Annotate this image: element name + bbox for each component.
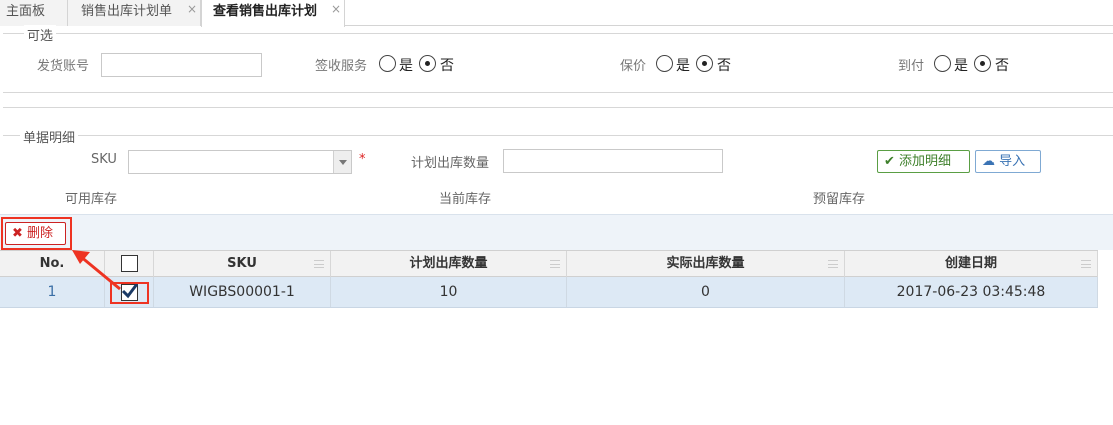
tab-label: 销售出库计划单 xyxy=(81,4,173,19)
sku-select[interactable] xyxy=(128,150,352,174)
shipping-account-label: 发货账号 xyxy=(37,59,90,74)
detail-fieldset-border xyxy=(3,135,1113,136)
check-icon: ✔ xyxy=(884,154,895,169)
cod-label: 到付 xyxy=(898,59,925,74)
column-header-sku[interactable]: SKU xyxy=(154,251,331,277)
cod-no-label: 否 xyxy=(995,58,1009,74)
sku-cell: WIGBS00001-1 xyxy=(154,277,331,307)
add-detail-label: 添加明细 xyxy=(899,154,952,169)
add-detail-button[interactable]: ✔ 添加明细 xyxy=(877,150,970,173)
reserved-stock-label: 预留库存 xyxy=(813,192,866,207)
available-stock-label: 可用库存 xyxy=(65,192,118,207)
select-all-checkbox[interactable] xyxy=(121,255,138,272)
column-header-planned-qty[interactable]: 计划出库数量 xyxy=(331,251,567,277)
optional-legend: 可选 xyxy=(24,25,57,44)
signing-service-yes-label: 是 xyxy=(399,58,413,74)
chevron-down-icon[interactable] xyxy=(333,151,351,173)
checkbox-highlight-box xyxy=(110,282,149,304)
column-header-created-date[interactable]: 创建日期 xyxy=(845,251,1098,277)
table-header: No. SKU 计划出库数量 实际出库数量 创建日期 xyxy=(0,250,1098,277)
signing-service-no-label: 否 xyxy=(440,58,454,74)
tab-label: 主面板 xyxy=(6,4,46,19)
table-row[interactable]: 1 WIGBS00001-1 10 0 2017-06-23 03:45:48 xyxy=(0,277,1098,308)
close-icon[interactable]: × xyxy=(187,0,197,21)
import-button[interactable]: ☁ 导入 xyxy=(975,150,1041,173)
column-menu-icon[interactable] xyxy=(314,260,324,268)
section-divider xyxy=(3,107,1113,108)
insured-yes-radio[interactable] xyxy=(656,55,673,72)
signing-service-no-radio[interactable] xyxy=(419,55,436,72)
cloud-upload-icon: ☁ xyxy=(982,154,995,169)
cod-no-radio[interactable] xyxy=(974,55,991,72)
insured-label: 保价 xyxy=(620,59,647,74)
column-header-select[interactable] xyxy=(105,251,154,277)
column-header-actual-qty[interactable]: 实际出库数量 xyxy=(567,251,845,277)
required-mark: * xyxy=(359,152,366,167)
import-label: 导入 xyxy=(999,154,1026,169)
planned-qty-cell: 10 xyxy=(331,277,567,307)
insured-no-radio[interactable] xyxy=(696,55,713,72)
insured-no-label: 否 xyxy=(717,58,731,74)
signing-service-label: 签收服务 xyxy=(315,59,368,74)
column-menu-icon[interactable] xyxy=(1081,260,1091,268)
column-menu-icon[interactable] xyxy=(550,260,560,268)
tab-bar: 主面板 销售出库计划单 × 查看销售出库计划 × xyxy=(0,0,1113,27)
cod-yes-radio[interactable] xyxy=(934,55,951,72)
tab-view-sales-outbound-plan[interactable]: 查看销售出库计划 × xyxy=(201,0,345,27)
column-header-no[interactable]: No. xyxy=(0,251,105,277)
current-stock-label: 当前库存 xyxy=(439,192,492,207)
tab-sales-outbound-plan[interactable]: 销售出库计划单 × xyxy=(68,0,201,26)
grid-toolbar xyxy=(0,214,1113,250)
created-date-cell: 2017-06-23 03:45:48 xyxy=(845,277,1098,307)
row-number: 1 xyxy=(0,277,105,307)
close-icon[interactable]: × xyxy=(331,0,341,21)
sku-label: SKU xyxy=(91,152,117,167)
signing-service-yes-radio[interactable] xyxy=(379,55,396,72)
cod-yes-label: 是 xyxy=(954,58,968,74)
actual-qty-cell: 0 xyxy=(567,277,845,307)
detail-legend: 单据明细 xyxy=(20,127,79,146)
shipping-account-input[interactable] xyxy=(101,53,262,77)
insured-yes-label: 是 xyxy=(676,58,690,74)
tab-main-panel[interactable]: 主面板 xyxy=(0,0,68,26)
optional-fieldset-border xyxy=(3,33,1113,34)
delete-highlight-box xyxy=(1,217,72,250)
planned-qty-input[interactable] xyxy=(503,149,723,173)
column-menu-icon[interactable] xyxy=(828,260,838,268)
optional-fieldset-bottom xyxy=(3,92,1113,93)
tab-label: 查看销售出库计划 xyxy=(213,4,318,19)
planned-qty-label: 计划出库数量 xyxy=(411,156,490,171)
